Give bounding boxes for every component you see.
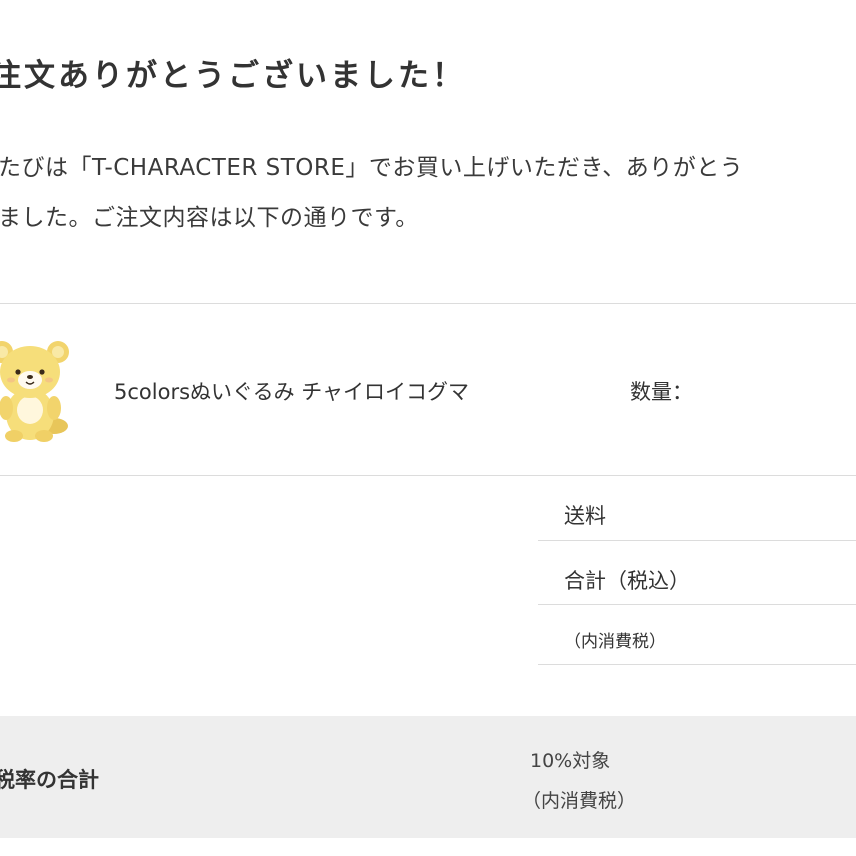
shipping-row: 送料 <box>538 476 856 541</box>
tax-included-row: （内消費税） <box>538 605 856 665</box>
tax-included-label: （内消費税） <box>564 632 666 652</box>
thank-you-message-line-1: たびは「T-CHARACTER STORE」でお買い上げいただき、ありがとう <box>0 155 744 181</box>
order-confirmation-page: 注文ありがとうございました！ たびは「T-CHARACTER STORE」でお買… <box>0 0 856 856</box>
quantity-label: 数量： <box>630 380 693 404</box>
page-title: 注文ありがとうございました！ <box>0 58 466 94</box>
total-label: 合計（税込） <box>564 569 690 593</box>
included-tax-label: （内消費税） <box>522 790 637 812</box>
product-thumbnail[interactable] <box>0 336 74 444</box>
product-name[interactable]: 5colorsぬいぐるみ チャイロイコグマ <box>114 376 469 406</box>
divider <box>0 303 856 304</box>
shipping-label: 送料 <box>564 504 606 528</box>
total-row: 合計（税込） <box>538 541 856 605</box>
rilakkuma-plush-icon <box>0 341 69 442</box>
thank-you-message-line-2: ました。ご注文内容は以下の通りです。 <box>0 205 419 231</box>
tax-rate-summary: 税率の合計 10%対象 （内消費税） <box>0 716 856 838</box>
tax-rate-total-label: 税率の合計 <box>0 768 99 792</box>
tax-rate-label: 10%対象 <box>530 750 611 772</box>
